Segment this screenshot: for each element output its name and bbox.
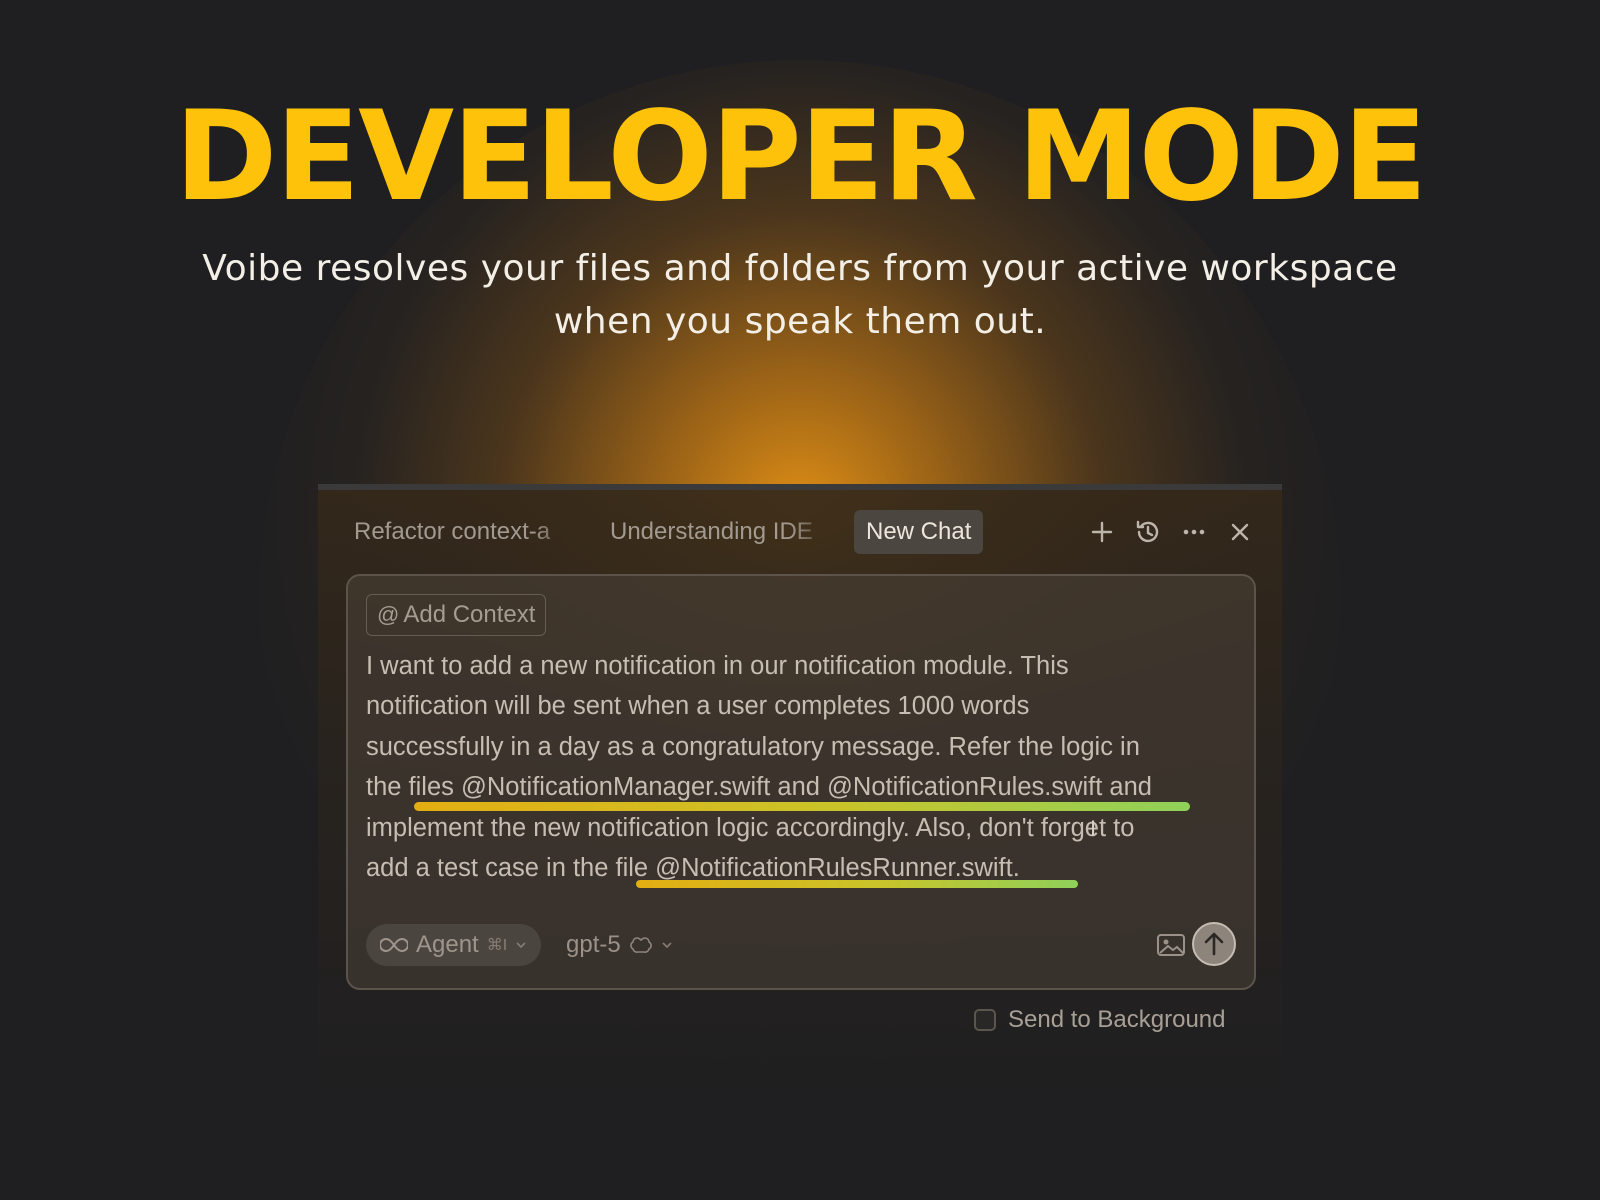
more-icon[interactable] (1178, 516, 1210, 548)
subtitle-line-1: Voibe resolves your files and folders fr… (202, 248, 1398, 289)
chevron-down-icon (662, 942, 672, 949)
model-selector[interactable]: gpt-5 (566, 924, 673, 966)
at-icon: @ (377, 602, 400, 627)
send-to-background-row[interactable]: Send to Background (974, 1005, 1226, 1035)
message-line: I want to add a new notification in our … (366, 652, 1069, 680)
add-context-label: Add Context (403, 601, 536, 628)
page-title: DEVELOPER MODE (174, 85, 1428, 229)
image-icon[interactable] (1156, 932, 1186, 958)
tab-understanding-ide[interactable]: Understanding IDE (610, 510, 834, 554)
send-button[interactable] (1192, 922, 1236, 966)
subtitle-line-2: when you speak them out. (553, 301, 1047, 342)
arrow-up-icon (1204, 932, 1224, 956)
message-line: notification will be sent when a user co… (366, 692, 1030, 721)
send-to-background-checkbox[interactable] (974, 1009, 996, 1031)
composer-toolbar: Agent ⌘I gpt-5 (366, 922, 1236, 968)
message-line: successfully in a day as a congratulator… (366, 732, 1140, 761)
page-subtitle: Voibe resolves your files and folders fr… (0, 242, 1600, 348)
file-mention-highlight (414, 802, 1190, 811)
brain-icon (629, 937, 652, 953)
agent-mode-label: Agent (416, 931, 479, 958)
text-cursor-icon: I (1090, 816, 1097, 841)
tab-refactor-context[interactable]: Refactor context-a (354, 510, 578, 554)
file-mention-highlight (636, 880, 1078, 888)
chat-panel: Refactor context-a Understanding IDE New… (318, 484, 1282, 1086)
agent-shortcut: ⌘I (486, 937, 508, 954)
chevron-down-icon (516, 942, 526, 949)
chat-tab-bar: Refactor context-a Understanding IDE New… (318, 510, 1282, 556)
message-text[interactable]: I want to add a new notification in our … (366, 646, 1246, 888)
tab-new-chat[interactable]: New Chat (854, 510, 984, 554)
message-line: implement the new notification logic acc… (366, 813, 1135, 842)
history-icon[interactable] (1132, 516, 1164, 548)
close-icon[interactable] (1224, 516, 1256, 548)
send-to-background-label: Send to Background (1008, 1006, 1226, 1033)
message-composer[interactable]: @ Add Context I want to add a new notifi… (346, 574, 1256, 990)
model-label: gpt-5 (566, 931, 621, 958)
plus-icon[interactable] (1086, 516, 1118, 548)
infinity-icon (380, 937, 408, 953)
add-context-button[interactable]: @ Add Context (366, 594, 547, 636)
agent-mode-selector[interactable]: Agent ⌘I (366, 924, 542, 966)
